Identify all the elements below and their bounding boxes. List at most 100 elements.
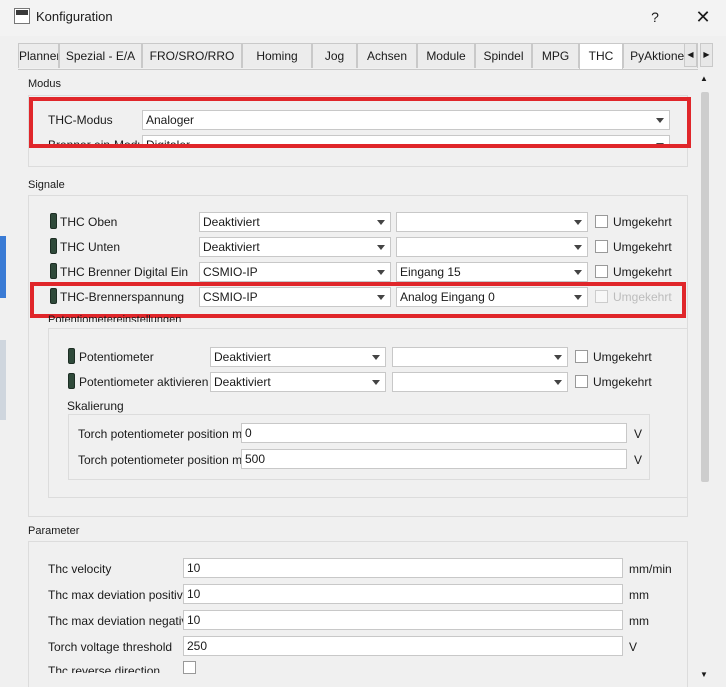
thc-velocity-input[interactable]: 10 (183, 558, 623, 578)
inverted-checkbox[interactable] (595, 265, 608, 278)
inverted-checkbox[interactable] (595, 215, 608, 228)
status-led-icon (68, 373, 75, 389)
help-button[interactable]: ? (640, 6, 670, 28)
tab-module[interactable]: Module (417, 43, 475, 68)
param-unit: V (629, 640, 638, 654)
pot-group-title: Potentiometereinstellungen (48, 314, 182, 322)
tab-scroll-left-icon[interactable]: ◀ (684, 43, 697, 67)
tab-label: Module (426, 49, 466, 63)
pot-min-input[interactable]: 0 (241, 423, 627, 443)
status-led-icon (50, 263, 57, 279)
pot-input-select[interactable] (392, 372, 568, 392)
chevron-down-icon (372, 380, 380, 385)
tab-label: THC (588, 49, 614, 63)
signal-input-select[interactable] (396, 212, 588, 232)
tab-planner[interactable]: Planner (18, 43, 59, 68)
chevron-down-icon (554, 355, 562, 360)
pot-source-value: Deaktiviert (214, 375, 271, 389)
signal-source-select[interactable]: Deaktiviert (199, 237, 391, 257)
tab-fro-sro-rro[interactable]: FRO/SRO/RRO (142, 43, 242, 68)
status-led-icon (68, 348, 75, 364)
pot-min-label: Torch potentiometer position min (78, 427, 252, 441)
chevron-down-icon (574, 220, 582, 225)
highlight-box (30, 282, 686, 318)
inverted-checkbox[interactable] (575, 375, 588, 388)
inverted-checkbox[interactable] (595, 240, 608, 253)
signal-input-value: Eingang 15 (400, 265, 461, 279)
background-window (0, 236, 6, 298)
chevron-down-icon (574, 245, 582, 250)
tab-label: MPG (541, 49, 570, 63)
highlight-box (29, 97, 691, 148)
tab-label: PyAktionen (630, 49, 691, 63)
pot-source-select[interactable]: Deaktiviert (210, 347, 386, 367)
chevron-down-icon (372, 355, 380, 360)
signal-source-select[interactable]: CSMIO-IP (199, 262, 391, 282)
pot-max-label: Torch potentiometer position max (78, 453, 255, 467)
tab-label: Spindel (483, 49, 524, 63)
tab-mpg[interactable]: MPG (532, 43, 579, 68)
inverted-label: Umgekehrt (613, 215, 672, 229)
thc-reverse-direction-checkbox[interactable] (183, 661, 196, 674)
signal-label: THC Unten (60, 240, 121, 254)
tab-label: Homing (256, 49, 298, 63)
param-label: Thc reverse direction (48, 664, 161, 673)
section-title-parameter: Parameter (28, 525, 80, 537)
thc-panel: Modus THC-Modus Analoger Brenner ein-Mod… (18, 69, 698, 687)
chevron-down-icon (377, 245, 385, 250)
tab-scroll-right-icon[interactable]: ▶ (700, 43, 713, 67)
pot-source-select[interactable]: Deaktiviert (210, 372, 386, 392)
tab-label: Planner (19, 49, 59, 63)
status-led-icon (50, 213, 57, 229)
tab-thc[interactable]: THC (579, 43, 623, 70)
signal-source-value: Deaktiviert (203, 240, 260, 254)
inverted-label: Umgekehrt (593, 375, 652, 389)
scroll-down-icon[interactable]: ▼ (700, 670, 708, 679)
torch-voltage-threshold-input[interactable]: 250 (183, 636, 623, 656)
close-button[interactable]: ✕ (688, 6, 718, 28)
tab-spezial-ea[interactable]: Spezial - E/A (59, 43, 142, 68)
signal-input-select[interactable]: Eingang 15 (396, 262, 588, 282)
param-unit: mm/min (629, 562, 672, 576)
pot-max-input[interactable]: 500 (241, 449, 627, 469)
pot-input-select[interactable] (392, 347, 568, 367)
chevron-down-icon (377, 270, 385, 275)
inverted-label: Umgekehrt (613, 265, 672, 279)
signal-input-select[interactable] (396, 237, 588, 257)
background-window (0, 340, 6, 420)
signal-source-select[interactable]: Deaktiviert (199, 212, 391, 232)
param-label: Thc max deviation positive (48, 588, 190, 602)
tab-jog[interactable]: Jog (312, 43, 357, 68)
param-unit: mm (629, 588, 649, 602)
pot-label: Potentiometer (79, 350, 154, 364)
pot-source-value: Deaktiviert (214, 350, 271, 364)
param-label: Thc max deviation negative (48, 614, 195, 628)
window-title: Konfiguration (36, 9, 113, 24)
tab-achsen[interactable]: Achsen (357, 43, 417, 68)
param-label: Thc velocity (48, 562, 112, 576)
inverted-label: Umgekehrt (593, 350, 652, 364)
tab-label: FRO/SRO/RRO (149, 49, 235, 63)
tab-bar: Planner Spezial - E/A FRO/SRO/RRO Homing… (18, 43, 698, 70)
section-title-modus: Modus (28, 78, 62, 90)
tab-spindel[interactable]: Spindel (475, 43, 532, 68)
chevron-down-icon (554, 380, 562, 385)
inverted-label: Umgekehrt (613, 240, 672, 254)
app-icon (14, 8, 30, 24)
scaling-title: Skalierung (67, 399, 124, 413)
tab-label: Spezial - E/A (65, 49, 136, 63)
tab-label: Achsen (366, 49, 408, 63)
tab-homing[interactable]: Homing (242, 43, 312, 68)
vertical-scrollbar[interactable]: ▲ ▼ (698, 70, 712, 686)
signal-label: THC Brenner Digital Ein (60, 265, 189, 279)
signal-source-value: Deaktiviert (203, 215, 260, 229)
thc-max-deviation-negative-input[interactable]: 10 (183, 610, 623, 630)
param-label: Torch voltage threshold (48, 640, 173, 654)
section-title-signale: Signale (28, 179, 65, 191)
chevron-down-icon (574, 270, 582, 275)
param-unit: mm (629, 614, 649, 628)
scroll-up-icon[interactable]: ▲ (700, 74, 708, 83)
scrollbar-thumb[interactable] (701, 92, 709, 482)
thc-max-deviation-positive-input[interactable]: 10 (183, 584, 623, 604)
inverted-checkbox[interactable] (575, 350, 588, 363)
